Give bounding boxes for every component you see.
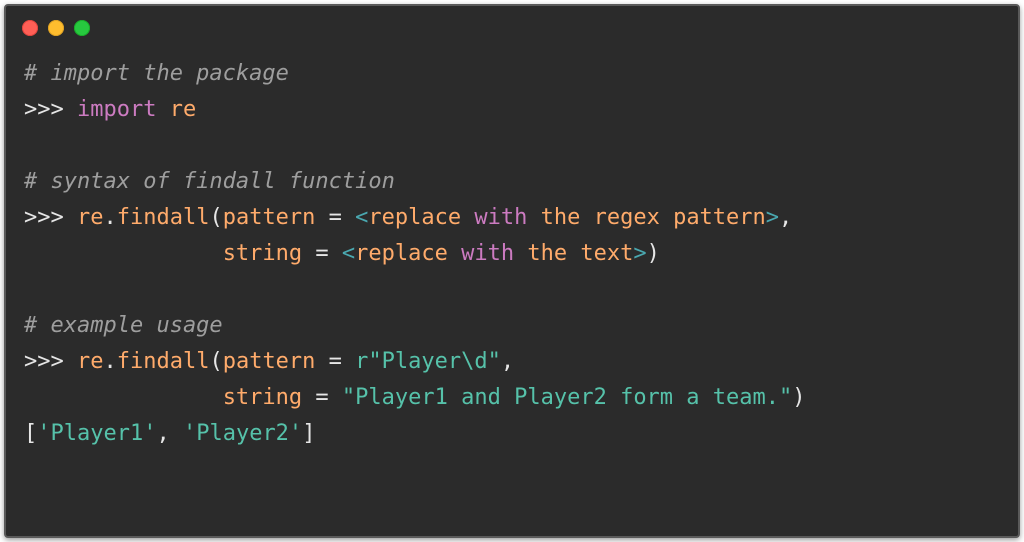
module-re: re [77, 205, 104, 230]
angle-lt: < [355, 205, 368, 230]
indent [24, 241, 223, 266]
code-block: # import the package >>> import re # syn… [6, 44, 1018, 470]
equals: = [302, 241, 342, 266]
code-comment: # example usage [24, 313, 223, 338]
repl-prompt: >>> [24, 205, 77, 230]
equals: = [302, 385, 342, 410]
keyword-import: import [77, 97, 156, 122]
minimize-icon[interactable] [48, 20, 64, 36]
window-titlebar [6, 6, 1018, 44]
placeholder-text: the text [514, 241, 633, 266]
dot: . [103, 349, 116, 374]
placeholder-text: replace [368, 205, 474, 230]
string-literal: "Player1 and Player2 form a team." [342, 385, 792, 410]
raw-string-prefix: r [355, 349, 368, 374]
result-item: 'Player1' [37, 421, 156, 446]
angle-gt: > [766, 205, 779, 230]
kwarg-string: string [223, 385, 302, 410]
angle-lt: < [342, 241, 355, 266]
string-literal: "Player\d" [368, 349, 500, 374]
placeholder-text: the regex pattern [527, 205, 765, 230]
placeholder-text: replace [355, 241, 461, 266]
repl-prompt: >>> [24, 97, 77, 122]
list-bracket: [ [24, 421, 37, 446]
lparen: ( [209, 205, 222, 230]
list-sep: , [156, 421, 183, 446]
indent [24, 385, 223, 410]
module-re: re [77, 349, 104, 374]
lparen: ( [209, 349, 222, 374]
repl-prompt: >>> [24, 349, 77, 374]
code-comment: # syntax of findall function [24, 169, 395, 194]
result-item: 'Player2' [183, 421, 302, 446]
func-findall: findall [117, 205, 210, 230]
kwarg-string: string [223, 241, 302, 266]
code-comment: # import the package [24, 61, 289, 86]
keyword-with: with [474, 205, 527, 230]
kwarg-pattern: pattern [223, 349, 316, 374]
comma: , [779, 205, 792, 230]
comma: , [501, 349, 514, 374]
equals: = [315, 349, 355, 374]
dot: . [103, 205, 116, 230]
terminal-window: # import the package >>> import re # syn… [4, 4, 1020, 538]
kwarg-pattern: pattern [223, 205, 316, 230]
module-re: re [170, 97, 197, 122]
rparen: ) [647, 241, 660, 266]
func-findall: findall [117, 349, 210, 374]
close-icon[interactable] [22, 20, 38, 36]
angle-gt: > [633, 241, 646, 266]
list-bracket: ] [302, 421, 315, 446]
equals: = [315, 205, 355, 230]
keyword-with: with [461, 241, 514, 266]
zoom-icon[interactable] [74, 20, 90, 36]
rparen: ) [792, 385, 805, 410]
